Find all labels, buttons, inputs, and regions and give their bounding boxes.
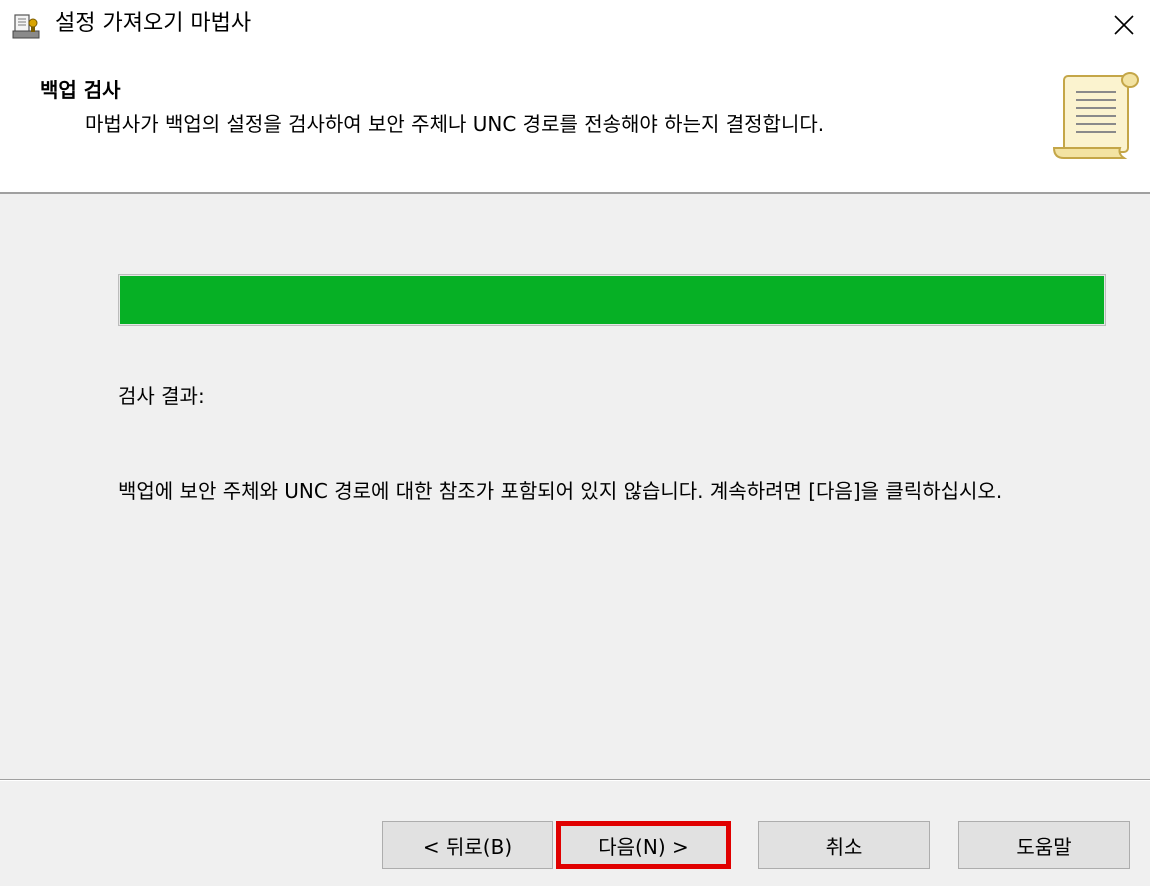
- page-title: 백업 검사: [40, 78, 121, 102]
- cancel-button[interactable]: 취소: [758, 821, 930, 869]
- progress-bar-fill: [120, 276, 1104, 324]
- help-button[interactable]: 도움말: [958, 821, 1130, 869]
- title-bar: 설정 가져오기 마법사: [0, 0, 1150, 50]
- footer-divider: [0, 779, 1150, 781]
- scroll-icon: [1052, 72, 1139, 159]
- result-message: 백업에 보안 주체와 UNC 경로에 대한 참조가 포함되어 있지 않습니다. …: [118, 479, 1003, 503]
- close-icon: [1114, 15, 1134, 35]
- wizard-header: 백업 검사 마법사가 백업의 설정을 검사하여 보안 주체나 UNC 경로를 전…: [0, 50, 1150, 194]
- progress-bar: [118, 274, 1106, 326]
- back-button[interactable]: < 뒤로(B): [382, 821, 553, 869]
- close-button[interactable]: [1098, 0, 1150, 50]
- wizard-app-icon: [12, 14, 40, 39]
- window-title: 설정 가져오기 마법사: [55, 11, 252, 36]
- result-label: 검사 결과:: [118, 384, 205, 408]
- page-description: 마법사가 백업의 설정을 검사하여 보안 주체나 UNC 경로를 전송해야 하는…: [85, 112, 825, 136]
- next-button[interactable]: 다음(N) >: [556, 821, 731, 869]
